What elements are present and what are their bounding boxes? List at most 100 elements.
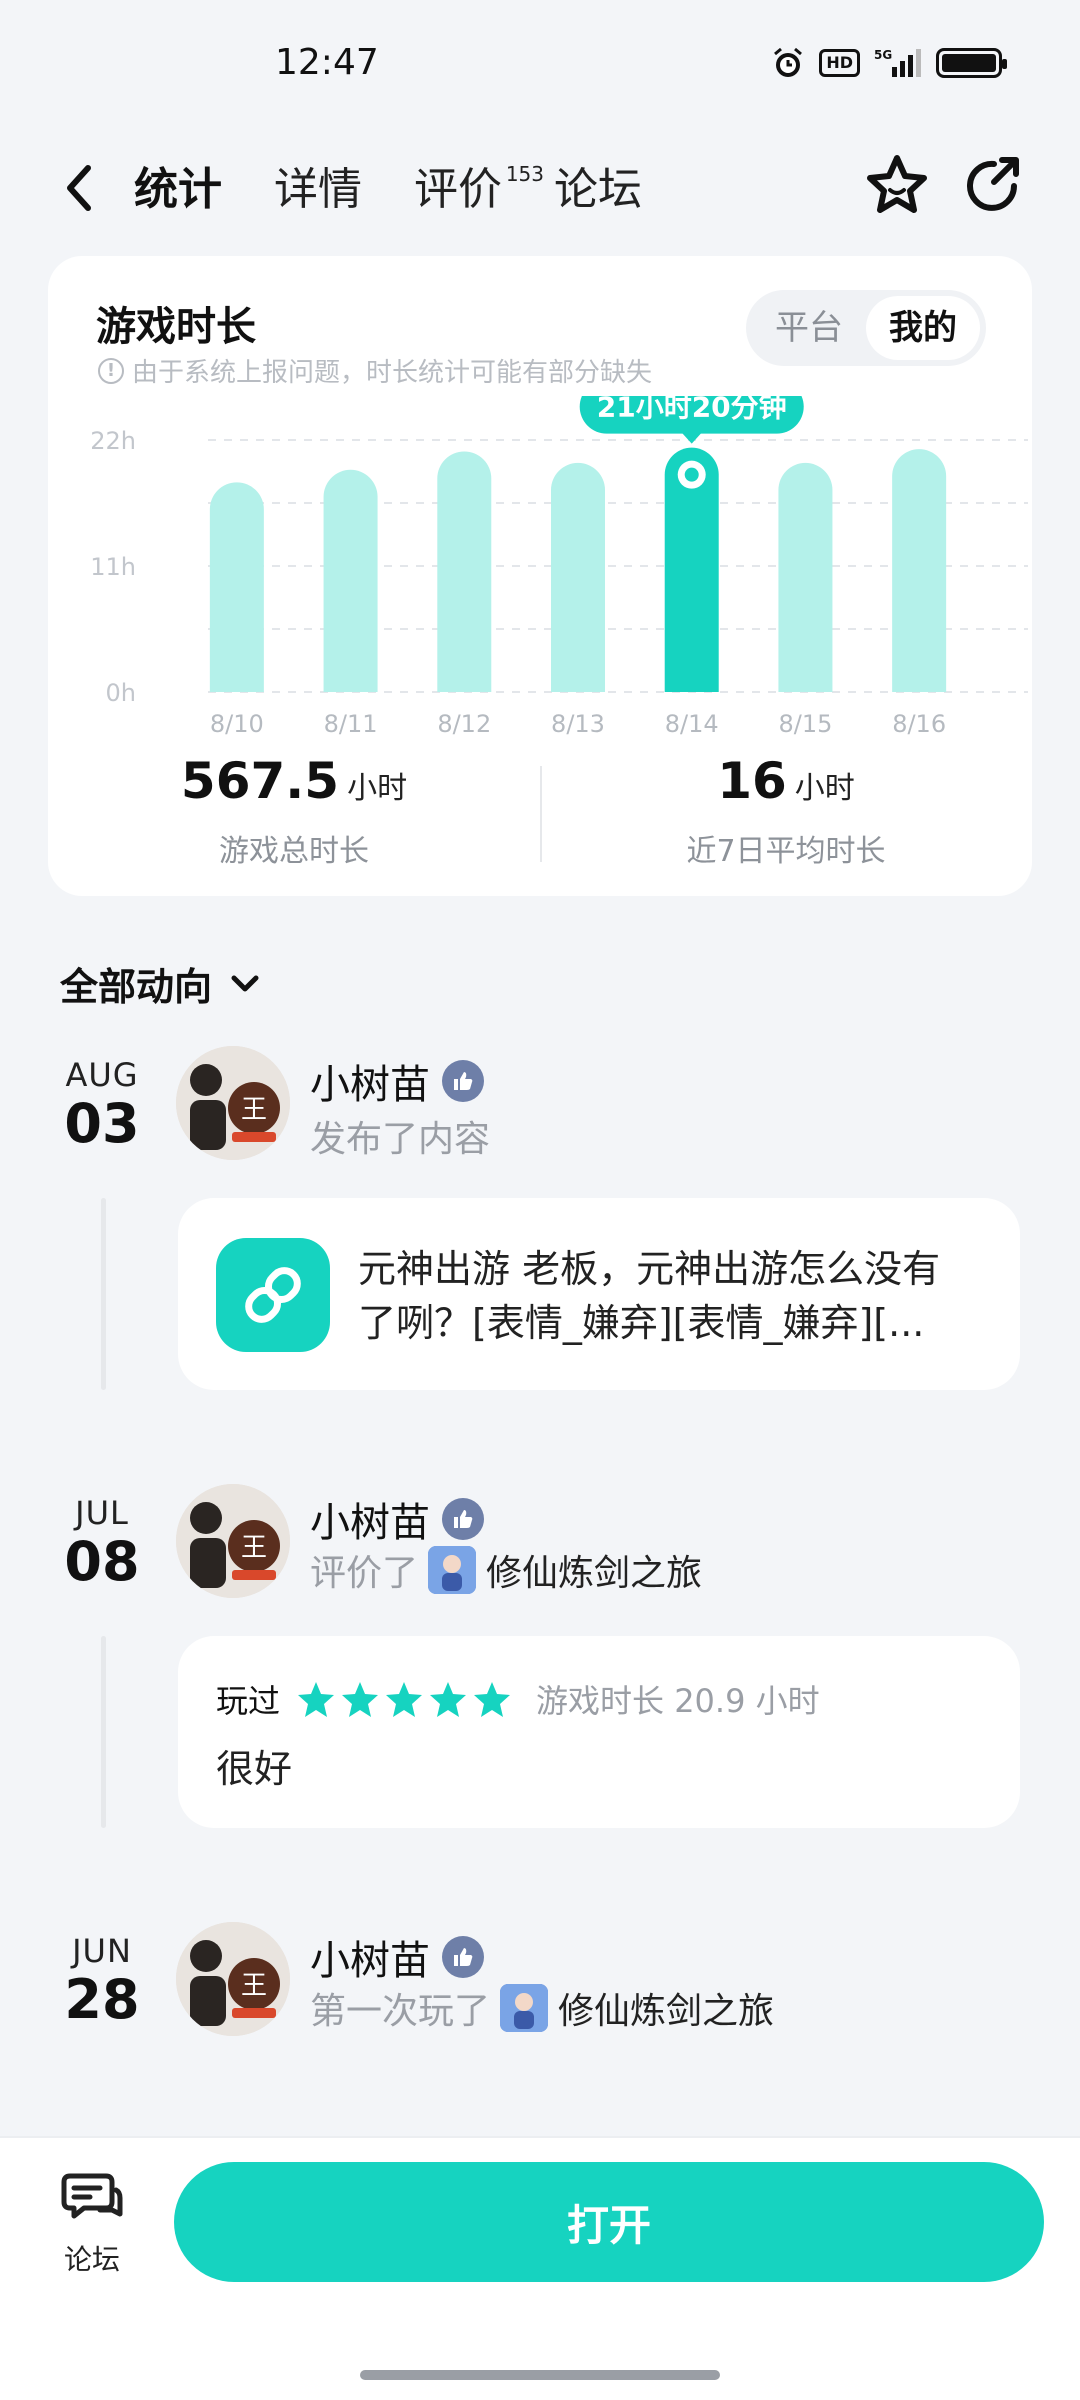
chart-bar [209, 482, 264, 692]
favorite-button[interactable] [862, 150, 932, 220]
avg-label: 近7日平均时长 [686, 834, 886, 869]
forum-chat-icon [61, 2173, 123, 2219]
svg-text:王: 王 [241, 1533, 267, 1563]
feed-header-label: 全部动向 [60, 965, 213, 1009]
action-label: 第一次玩了 [310, 1991, 491, 2032]
total-playtime: 567.5 小时 游戏总时长 [48, 752, 540, 870]
username-text: 小树苗 [310, 1062, 430, 1108]
action-label: 发布了内容 [310, 1119, 491, 1160]
review-card[interactable]: 玩过 游戏时长 20.9 小时 很好 [178, 1636, 1020, 1828]
avatar-image: 王 [176, 1046, 290, 1160]
y-tick-label: 22h [90, 427, 136, 455]
playtime-chart: 0h 11h 22h 8/10 8/11 8/12 8/13 8/14 8/15 8/16 21… [90, 396, 1028, 736]
forum-label: 论坛 [63, 2243, 120, 2276]
thumbs-up-badge-icon [442, 1498, 484, 1540]
y-tick-label: 0h [106, 679, 136, 707]
callout-label: 21小时20分钟 [597, 396, 787, 424]
date-month: JUL [75, 1494, 129, 1532]
feed-item: JUN 28 王 小树苗 第一次玩了 修仙炼剑之旅 [0, 1922, 1080, 2072]
date-day: 08 [64, 1530, 140, 1593]
game-name[interactable]: 修仙炼剑之旅 [486, 1544, 702, 1596]
toggle-mine[interactable]: 我的 [866, 296, 980, 360]
forum-shortcut[interactable]: 论坛 [46, 2168, 138, 2278]
tab-label: 详情 [274, 164, 362, 215]
average-playtime: 16 小时 近7日平均时长 [540, 752, 1032, 870]
status-icons: HD 5G [771, 46, 1007, 80]
tab-details[interactable]: 详情 [274, 154, 362, 226]
back-arrow-icon [67, 165, 91, 211]
total-value: 567.5 [180, 752, 340, 810]
playtime-card: 游戏时长 ! 由于系统上报问题，时长统计可能有部分缺失 平台 我的 0h 11h 2… [48, 256, 1032, 896]
tab-reviews[interactable]: 评价 153 [414, 154, 544, 226]
date-day: 03 [64, 1092, 140, 1155]
star-filled-icon [386, 1682, 423, 1717]
chevron-down-icon [231, 975, 259, 991]
tab-label: 统计 [134, 164, 222, 215]
callout-pointer [681, 432, 702, 444]
date-month: AUG [65, 1056, 139, 1094]
x-tick-label: 8/16 [892, 710, 946, 736]
username[interactable]: 小树苗 [310, 1490, 484, 1548]
username-text: 小树苗 [310, 1500, 430, 1546]
avatar[interactable]: 王 [176, 1484, 290, 1598]
review-header: 玩过 游戏时长 20.9 小时 [216, 1676, 820, 1722]
username[interactable]: 小树苗 [310, 1052, 484, 1110]
avatar[interactable]: 王 [176, 1922, 290, 2036]
feed-date: JUL 08 [40, 1494, 164, 1592]
svg-text:5G: 5G [874, 48, 892, 62]
x-tick-label: 8/13 [551, 710, 605, 736]
game-thumbnail[interactable] [500, 1984, 549, 2032]
chart-callout: 21小时20分钟 [579, 396, 804, 444]
top-nav: 统计 详情 评价 153 论坛 [0, 140, 1080, 240]
post-text: 元神出游 老板，元神出游怎么没有了咧？[表情_嫌弃][表情_嫌弃][... [358, 1247, 941, 1345]
chart-bars [209, 447, 947, 692]
date-month: JUN [72, 1932, 132, 1970]
star-filled-icon [342, 1682, 379, 1717]
back-button[interactable] [58, 158, 102, 218]
action-text: 第一次玩了 修仙炼剑之旅 [310, 1982, 774, 2034]
game-thumbnail[interactable] [428, 1546, 477, 1594]
x-tick-label: 8/15 [778, 710, 832, 736]
home-indicator[interactable] [360, 2370, 720, 2380]
tab-stats[interactable]: 统计 [130, 154, 226, 226]
status-time: 12:47 [275, 42, 379, 83]
timeline-line [101, 1636, 106, 1828]
date-day: 28 [64, 1968, 140, 2031]
username[interactable]: 小树苗 [310, 1928, 484, 1986]
username-text: 小树苗 [310, 1938, 430, 1984]
post-card[interactable]: 元神出游 老板，元神出游怎么没有了咧？[表情_嫌弃][表情_嫌弃][... [178, 1198, 1020, 1390]
share-button[interactable] [958, 150, 1028, 220]
feed-filter-dropdown[interactable]: 全部动向 [60, 956, 262, 1011]
star-filled-icon [298, 1682, 335, 1717]
feed-date: AUG 03 [40, 1056, 164, 1154]
tab-forum[interactable]: 论坛 [554, 154, 642, 226]
action-text: 评价了 修仙炼剑之旅 [310, 1544, 702, 1596]
game-name[interactable]: 修仙炼剑之旅 [558, 1982, 774, 2034]
star-filled-icon [430, 1682, 467, 1717]
star-icon [867, 155, 927, 213]
review-playtime: 游戏时长 20.9 小时 [536, 1682, 820, 1720]
x-tick-label: 8/14 [665, 710, 719, 736]
star-filled-icon [474, 1682, 511, 1717]
card-note: ! 由于系统上报问题，时长统计可能有部分缺失 [98, 352, 652, 389]
avatar-image: 王 [176, 1922, 290, 2036]
chart-x-labels: 8/10 8/11 8/12 8/13 8/14 8/15 8/16 [210, 710, 946, 736]
scope-toggle: 平台 我的 [746, 290, 986, 366]
avg-value: 16 [717, 752, 787, 810]
share-icon [967, 157, 1019, 211]
chart-bar [778, 462, 833, 692]
battery-icon [936, 48, 1007, 78]
review-played-label: 玩过 [216, 1682, 281, 1720]
hd-badge: HD [819, 49, 860, 77]
battery-fill [942, 54, 996, 72]
svg-text:王: 王 [241, 1095, 267, 1125]
avatar-image: 王 [176, 1484, 290, 1598]
open-game-button[interactable]: 打开 [174, 2162, 1044, 2282]
x-tick-label: 8/11 [324, 710, 378, 736]
toggle-platform[interactable]: 平台 [752, 296, 866, 360]
status-bar: 12:47 HD 5G [0, 0, 1080, 130]
total-unit: 小时 [347, 771, 408, 806]
avatar[interactable]: 王 [176, 1046, 290, 1160]
tab-bar: 统计 详情 评价 153 论坛 [130, 154, 642, 226]
tab-label: 评价 [414, 164, 502, 215]
